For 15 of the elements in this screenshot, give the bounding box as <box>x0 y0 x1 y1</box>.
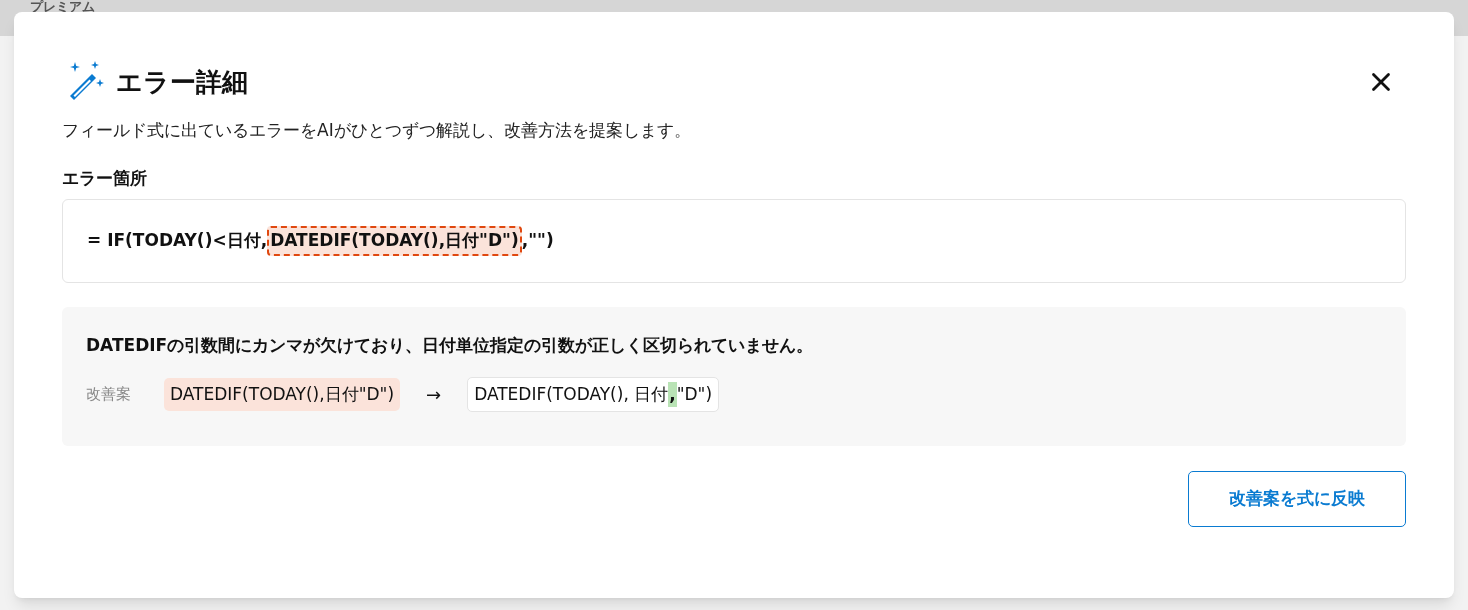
dialog-description: フィールド式に出ているエラーをAIがひとつずつ解説し、改善方法を提案します。 <box>62 119 692 142</box>
apply-suggestion-button[interactable]: 改善案を式に反映 <box>1188 471 1406 527</box>
suggestion-text: "D") <box>676 382 713 406</box>
formula-text: = IF(TODAY()<日付, <box>87 229 268 253</box>
inserted-comma: , <box>668 381 677 407</box>
original-snippet: DATEDIF(TODAY(),日付"D") <box>164 377 401 411</box>
dialog-title: エラー詳細 <box>116 65 248 99</box>
suggestion-text: DATEDIF(TODAY(), 日付 <box>474 382 669 406</box>
section-label: エラー箇所 <box>62 166 148 190</box>
header-text: プレミアム <box>30 0 95 13</box>
suggestion-label: 改善案 <box>86 384 132 405</box>
formula-text: ,"") <box>521 229 554 253</box>
error-highlight: DATEDIF(TODAY(),日付"D") <box>267 226 522 256</box>
arrow-text: → <box>426 382 442 407</box>
error-explanation: DATEDIFの引数間にカンマが欠けており、日付単位指定の引数が正しく区切られていません。 <box>86 334 815 357</box>
